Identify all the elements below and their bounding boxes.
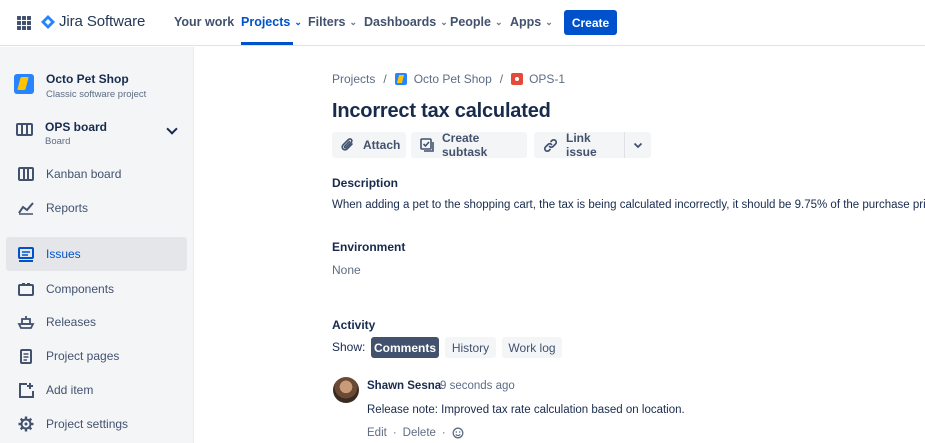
chevron-down-icon: ⌄ — [440, 16, 448, 27]
project-avatar-icon — [14, 74, 34, 94]
breadcrumb: Projects / Octo Pet Shop / OPS-1 — [332, 72, 565, 86]
sidebar-item-label: Releases — [46, 315, 97, 329]
activity-heading: Activity — [332, 318, 376, 332]
nav-label: People — [450, 15, 491, 29]
chevron-down-icon[interactable] — [166, 123, 178, 135]
board-subtitle: Board — [45, 136, 71, 147]
sidebar-item-label: Project pages — [46, 349, 120, 363]
sidebar-item-label: Issues — [46, 247, 81, 261]
filter-history-button[interactable]: History — [445, 337, 496, 358]
comment-body: Release note: Improved tax rate calculat… — [367, 404, 685, 416]
nav-label: Filters — [308, 15, 346, 29]
edit-comment-link[interactable]: Edit — [367, 427, 387, 439]
releases-icon — [6, 315, 46, 329]
sidebar-item-releases[interactable]: Releases — [6, 305, 187, 339]
board-icon — [16, 123, 33, 136]
bug-icon — [511, 73, 524, 85]
nav-filters[interactable]: Filters ⌄ — [308, 15, 357, 29]
delete-comment-link[interactable]: Delete — [403, 427, 436, 439]
create-button[interactable]: Create — [564, 10, 617, 35]
breadcrumb-separator: / — [499, 72, 504, 86]
breadcrumb-project[interactable]: Octo Pet Shop — [414, 72, 492, 86]
chevron-down-icon: ⌄ — [545, 16, 553, 27]
pages-icon — [6, 348, 46, 364]
more-actions-button[interactable] — [624, 132, 651, 158]
environment-value[interactable]: None — [332, 263, 361, 277]
create-subtask-label: Create subtask — [442, 131, 488, 159]
sidebar-item-components[interactable]: Components — [6, 272, 187, 306]
nav-label: Your work — [174, 15, 235, 29]
jira-logo-icon — [41, 14, 55, 29]
separator-dot: · — [441, 427, 446, 439]
sidebar-item-add-item[interactable]: Add item — [6, 373, 187, 407]
project-sidebar: Octo Pet Shop Classic software project O… — [0, 47, 194, 443]
nav-dashboards[interactable]: Dashboards ⌄ — [364, 15, 448, 29]
environment-heading: Environment — [332, 240, 406, 254]
jira-logo[interactable]: Jira Software — [41, 13, 145, 30]
breadcrumb-projects[interactable]: Projects — [332, 72, 375, 86]
settings-icon — [6, 416, 46, 432]
sidebar-item-project-pages[interactable]: Project pages — [6, 339, 187, 373]
link-issue-button[interactable]: Link issue — [534, 131, 624, 159]
app-switcher-icon[interactable] — [17, 16, 31, 30]
sidebar-item-reports[interactable]: Reports — [6, 191, 187, 225]
add-item-icon — [6, 382, 46, 398]
nav-label: Apps — [510, 15, 542, 29]
reports-icon — [6, 201, 46, 215]
description-heading: Description — [332, 176, 399, 190]
active-nav-indicator — [241, 42, 293, 45]
create-subtask-button[interactable]: Create subtask — [411, 131, 527, 159]
breadcrumb-issue-key[interactable]: OPS-1 — [529, 72, 565, 86]
paperclip-icon — [341, 138, 355, 152]
attach-label: Attach — [363, 138, 401, 152]
comment-actions: Edit · Delete · — [367, 427, 464, 439]
product-name: Jira Software — [59, 13, 146, 30]
sidebar-item-project-settings[interactable]: Project settings — [6, 407, 187, 441]
sidebar-item-label: Kanban board — [46, 167, 122, 181]
chevron-down-icon: ⌄ — [294, 16, 302, 27]
chevron-down-icon: ⌄ — [495, 16, 503, 27]
breadcrumb-separator: / — [383, 72, 387, 86]
filter-work-log-button[interactable]: Work log — [502, 337, 562, 358]
sidebar-item-label: Components — [46, 282, 115, 296]
attach-button[interactable]: Attach — [332, 132, 406, 158]
components-icon — [6, 282, 46, 296]
nav-label: Projects — [241, 15, 291, 29]
avatar[interactable] — [333, 377, 359, 403]
description-text[interactable]: When adding a pet to the shopping cart, … — [332, 199, 925, 211]
nav-label: Dashboards — [364, 15, 437, 29]
nav-projects[interactable]: Projects ⌄ — [241, 15, 302, 29]
project-name[interactable]: Octo Pet Shop — [46, 72, 129, 86]
board-name[interactable]: OPS board — [45, 120, 107, 134]
link-icon — [543, 138, 558, 153]
issues-icon — [6, 246, 46, 262]
comment-author[interactable]: Shawn Sesna — [367, 380, 441, 392]
sidebar-item-issues[interactable]: Issues — [6, 237, 187, 271]
filter-comments-button[interactable]: Comments — [371, 337, 439, 358]
nav-apps[interactable]: Apps ⌄ — [510, 15, 553, 29]
nav-people[interactable]: People ⌄ — [450, 15, 503, 29]
sidebar-item-label: Add item — [46, 383, 94, 397]
emoji-reaction-icon[interactable] — [452, 427, 464, 439]
sidebar-item-kanban-board[interactable]: Kanban board — [6, 157, 187, 191]
sidebar-item-label: Project settings — [46, 417, 129, 431]
sidebar-item-label: Reports — [46, 201, 89, 215]
kanban-icon — [6, 167, 46, 181]
comment-timestamp: 9 seconds ago — [440, 380, 515, 392]
top-navigation: Jira Software Your work Projects ⌄ Filte… — [0, 0, 925, 46]
subtask-icon — [420, 138, 434, 152]
chevron-down-icon — [633, 142, 643, 148]
project-type: Classic software project — [46, 89, 147, 100]
issue-title[interactable]: Incorrect tax calculated — [332, 100, 551, 123]
link-issue-label: Link issue — [566, 131, 597, 159]
separator-dot: · — [392, 427, 397, 439]
chevron-down-icon: ⌄ — [349, 16, 358, 27]
nav-your-work[interactable]: Your work — [174, 15, 234, 29]
show-label: Show: — [332, 340, 366, 354]
project-avatar-icon — [394, 73, 407, 85]
